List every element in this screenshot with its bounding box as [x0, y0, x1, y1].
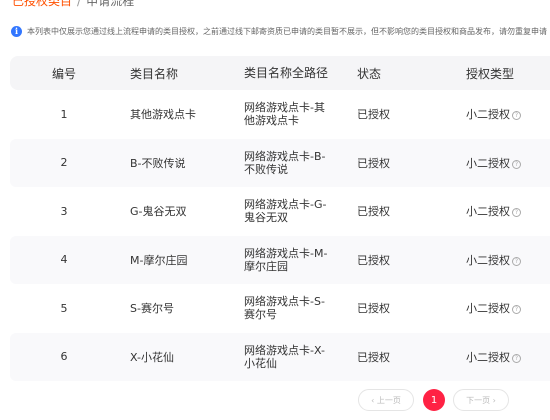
cell-auth-type: 小二授权?: [455, 349, 550, 365]
cell-id: 4: [60, 253, 68, 267]
header-status: 状态: [357, 66, 382, 81]
cell-auth-type: 小二授权?: [455, 252, 550, 268]
table-row: 2 B-不败传说 网络游戏点卡-B-不败传说 已授权 小二授权?: [10, 138, 550, 187]
cell-status: 已授权: [357, 350, 390, 364]
cell-id: 1: [60, 107, 68, 121]
cell-category-name: S-赛尔号: [130, 302, 174, 316]
auth-type-label: 小二授权: [466, 205, 510, 219]
next-page-button[interactable]: 下一页 ›: [453, 389, 509, 411]
cell-category-name: X-小花仙: [130, 350, 174, 364]
header-id: 编号: [51, 66, 76, 81]
cell-auth-type: 小二授权?: [455, 203, 550, 219]
help-icon[interactable]: ?: [512, 256, 521, 266]
breadcrumb-current: 申请流程: [86, 0, 135, 8]
auth-type-label: 小二授权: [466, 253, 510, 267]
auth-type-label: 小二授权: [466, 108, 510, 122]
header-category-name: 类目名称: [130, 66, 179, 81]
cell-category-path: 网络游戏点卡-G-鬼谷无双: [244, 198, 327, 225]
page-1-button[interactable]: 1: [423, 389, 445, 411]
cell-id: 3: [60, 204, 68, 218]
category-table: 编号 类目名称 类目名称全路径 状态 授权类型 1 其他游戏点卡 网络游戏点卡-…: [10, 56, 550, 381]
cell-category-name: 其他游戏点卡: [130, 108, 196, 122]
notice-text: 本列表中仅展示您通过线上流程申请的类目授权，之前通过线下邮寄资质已申请的类目暂不…: [27, 26, 547, 36]
cell-category-path: 网络游戏点卡-M-摩尔庄园: [244, 246, 328, 273]
cell-auth-type: 小二授权?: [455, 300, 550, 316]
help-icon[interactable]: ?: [512, 208, 521, 218]
breadcrumb-separator: /: [77, 0, 82, 8]
auth-type-label: 小二授权: [466, 156, 510, 170]
cell-category-path: 网络游戏点卡-X-小花仙: [244, 343, 325, 370]
notice-banner: i 本列表中仅展示您通过线上流程申请的类目授权，之前通过线下邮寄资质已申请的类目…: [11, 21, 550, 41]
breadcrumb-link-authorized-categories[interactable]: 已授权类目: [12, 0, 72, 8]
cell-id: 2: [60, 156, 68, 170]
help-icon[interactable]: ?: [512, 159, 521, 169]
cell-status: 已授权: [357, 253, 390, 267]
info-icon: i: [11, 25, 22, 37]
auth-type-label: 小二授权: [466, 302, 510, 316]
help-icon[interactable]: ?: [512, 305, 521, 315]
cell-auth-type: 小二授权?: [455, 106, 550, 122]
help-icon[interactable]: ?: [512, 111, 521, 121]
table-row: 1 其他游戏点卡 网络游戏点卡-其他游戏点卡 已授权 小二授权?: [10, 90, 550, 139]
cell-category-name: G-鬼谷无双: [130, 205, 187, 219]
cell-status: 已授权: [357, 156, 390, 170]
cell-category-path: 网络游戏点卡-其他游戏点卡: [244, 101, 325, 128]
pagination: ‹ 上一页 1 下一页 ›: [358, 389, 509, 411]
table-row: 3 G-鬼谷无双 网络游戏点卡-G-鬼谷无双 已授权 小二授权?: [10, 187, 550, 236]
header-category-path: 类目名称全路径: [244, 65, 329, 80]
cell-status: 已授权: [357, 108, 390, 122]
cell-category-name: M-摩尔庄园: [130, 253, 188, 267]
cell-category-path: 网络游戏点卡-B-不败传说: [244, 149, 326, 176]
cell-status: 已授权: [357, 205, 390, 219]
breadcrumb: 已授权类目 / 申请流程: [12, 0, 134, 9]
cell-auth-type: 小二授权?: [455, 155, 550, 171]
prev-page-button[interactable]: ‹ 上一页: [358, 389, 414, 411]
cell-id: 5: [60, 301, 68, 315]
cell-category-name: B-不败传说: [130, 156, 186, 170]
help-icon[interactable]: ?: [512, 353, 521, 363]
table-header: 编号 类目名称 类目名称全路径 状态 授权类型: [10, 56, 550, 90]
table-row: 6 X-小花仙 网络游戏点卡-X-小花仙 已授权 小二授权?: [10, 332, 550, 381]
cell-id: 6: [60, 350, 68, 364]
cell-category-path: 网络游戏点卡-S-赛尔号: [244, 295, 325, 322]
table-row: 5 S-赛尔号 网络游戏点卡-S-赛尔号 已授权 小二授权?: [10, 284, 550, 333]
auth-type-label: 小二授权: [466, 350, 510, 364]
table-row: 4 M-摩尔庄园 网络游戏点卡-M-摩尔庄园 已授权 小二授权?: [10, 235, 550, 284]
cell-status: 已授权: [357, 302, 390, 316]
header-auth-type: 授权类型: [466, 66, 515, 81]
